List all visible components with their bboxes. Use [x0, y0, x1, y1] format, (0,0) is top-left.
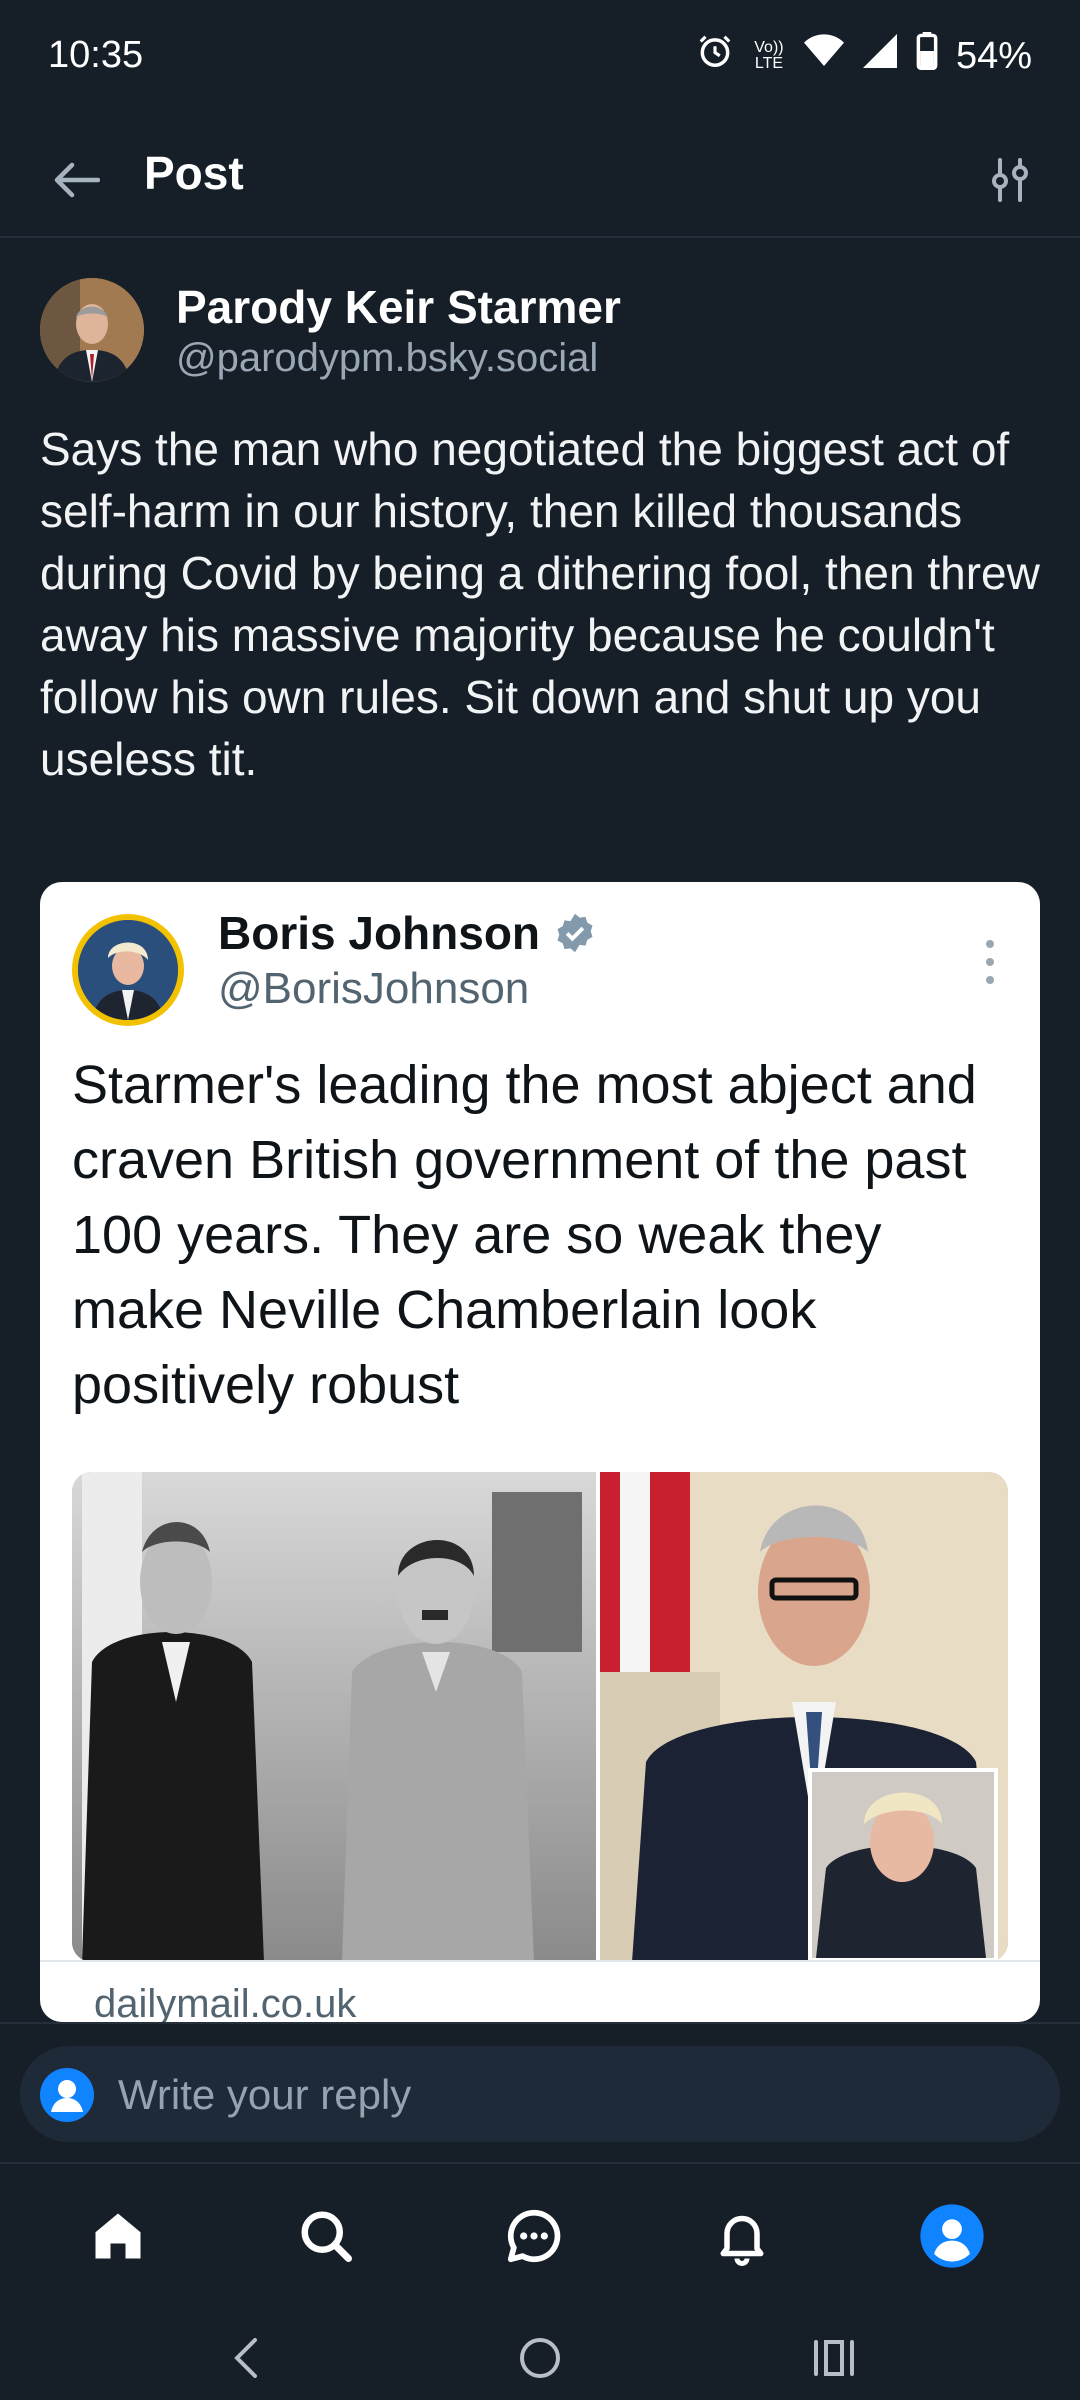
page-title: Post: [144, 147, 244, 199]
status-icons: Vo)) LTE 54%: [696, 32, 1032, 80]
chat-icon: [507, 2209, 561, 2263]
avatar[interactable]: [40, 278, 144, 382]
tab-chat[interactable]: [494, 2196, 574, 2276]
system-navigation: [0, 2312, 1080, 2400]
more-vertical-icon: [986, 940, 994, 984]
battery-icon: [916, 32, 938, 80]
arrow-left-icon: [54, 162, 100, 198]
battery-level: 54%: [955, 34, 1032, 77]
wifi-icon: [803, 34, 844, 78]
recents-icon: [814, 2340, 854, 2376]
tab-profile[interactable]: [912, 2196, 992, 2276]
alarm-icon: [696, 32, 734, 80]
status-time: 10:35: [48, 34, 144, 76]
bell-icon: [720, 2215, 764, 2266]
author-name[interactable]: Parody Keir Starmer: [176, 280, 876, 334]
profile-icon: [920, 2204, 984, 2268]
link-divider: [40, 1960, 1040, 1962]
system-home-button[interactable]: [510, 2328, 570, 2388]
quoted-handle: @BorisJohnson: [218, 964, 530, 1013]
author-handle[interactable]: @parodypm.bsky.social: [176, 336, 876, 381]
quoted-avatar: [72, 914, 184, 1026]
search-icon: [301, 2211, 352, 2262]
system-recents-button[interactable]: [804, 2328, 864, 2388]
embedded-image[interactable]: Boris Johnson @BorisJohnson Starmer's le…: [40, 882, 1040, 2022]
top-bar: Post: [0, 120, 1080, 238]
post-text: Says the man who negotiated the biggest …: [40, 423, 1040, 785]
quoted-name: Boris Johnson: [218, 907, 541, 959]
signal-icon: [862, 34, 898, 78]
system-back-button[interactable]: [216, 2328, 276, 2388]
bottom-tab-bar: [0, 2162, 1080, 2314]
tab-notifications[interactable]: [702, 2196, 782, 2276]
reply-composer: [0, 2022, 1080, 2164]
quoted-name-row: Boris Johnson: [218, 906, 596, 960]
verified-badge-icon: [557, 913, 593, 953]
chevron-left-icon: [234, 2338, 257, 2378]
quoted-text: Starmer's leading the most abject and cr…: [72, 1055, 977, 1415]
tab-home[interactable]: [78, 2196, 158, 2276]
profile-icon: [40, 2068, 94, 2122]
sliders-icon: [992, 158, 1028, 202]
network-type: Vo)) LTE: [754, 39, 784, 72]
thread-settings-button[interactable]: [976, 146, 1044, 214]
back-button[interactable]: [44, 148, 108, 212]
link-domain: dailymail.co.uk: [94, 1982, 357, 2022]
status-bar: 10:35 Vo)) LTE 54%: [0, 0, 1080, 120]
home-icon: [95, 2213, 141, 2259]
circle-icon: [520, 2338, 560, 2378]
quoted-media: [72, 1472, 1008, 1962]
tab-search[interactable]: [286, 2196, 366, 2276]
reply-input[interactable]: [116, 2064, 1020, 2126]
reply-box[interactable]: [20, 2046, 1060, 2142]
